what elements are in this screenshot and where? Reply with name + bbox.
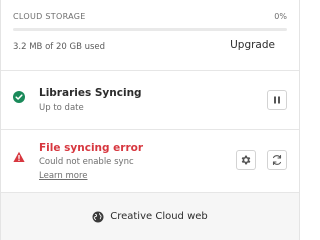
pause-sync-button[interactable] xyxy=(267,90,287,110)
storage-title: CLOUD STORAGE xyxy=(13,12,86,21)
creative-cloud-web-link[interactable]: Creative Cloud web xyxy=(1,193,299,240)
upgrade-button[interactable]: Upgrade xyxy=(230,39,275,51)
sync-error-row: File syncing error Could not enable sync… xyxy=(1,130,299,193)
warning-icon xyxy=(13,151,25,162)
learn-more-link[interactable]: Learn more xyxy=(39,171,87,181)
storage-progress-bar xyxy=(13,28,287,31)
sync-settings-button[interactable] xyxy=(236,150,256,170)
pause-icon xyxy=(274,96,280,104)
sync-title: Libraries Syncing xyxy=(39,87,142,99)
check-circle-icon xyxy=(13,91,25,103)
storage-section: CLOUD STORAGE 0% 3.2 MB of 20 GB used Up… xyxy=(1,0,299,71)
cloud-storage-panel: CLOUD STORAGE 0% 3.2 MB of 20 GB used Up… xyxy=(0,0,300,240)
retry-sync-button[interactable] xyxy=(267,150,287,170)
storage-percent: 0% xyxy=(274,12,287,21)
globe-icon xyxy=(92,211,104,222)
error-message: Could not enable sync xyxy=(39,157,134,167)
sync-status-text: Up to date xyxy=(39,103,84,113)
error-title: File syncing error xyxy=(39,142,144,154)
storage-used-text: 3.2 MB of 20 GB used xyxy=(13,42,106,52)
gear-icon xyxy=(241,155,251,165)
footer-label: Creative Cloud web xyxy=(110,211,208,222)
refresh-icon xyxy=(272,154,282,166)
libraries-sync-row: Libraries Syncing Up to date xyxy=(1,71,299,130)
